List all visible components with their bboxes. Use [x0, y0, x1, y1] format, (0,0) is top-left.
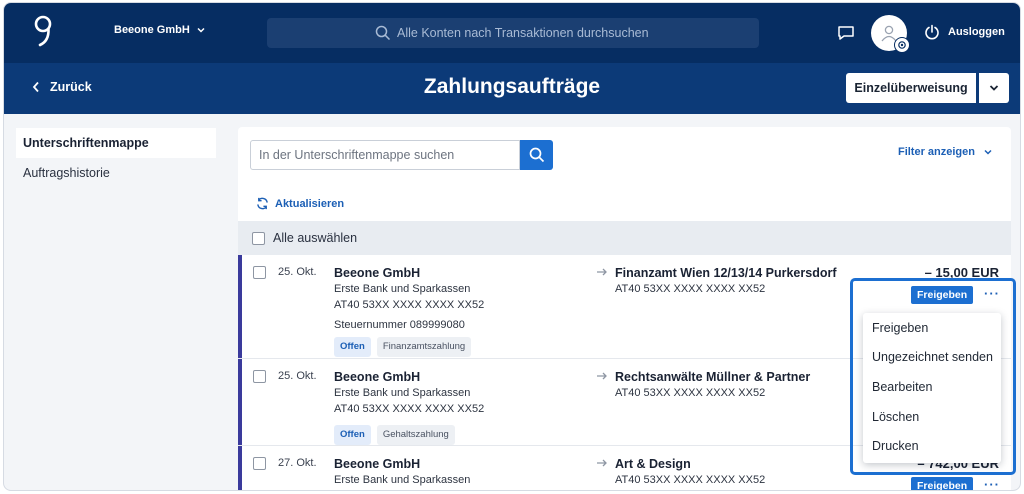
global-search-input[interactable] [397, 26, 727, 40]
search-icon [375, 25, 391, 41]
signature-folder-search[interactable] [250, 140, 520, 170]
status-badge: Offen [334, 337, 371, 357]
company-name: Beeone GmbH [114, 24, 190, 36]
menu-item-release[interactable]: Freigeben [863, 313, 1001, 343]
select-all-row: Alle auswählen [238, 221, 1011, 255]
row-checkbox[interactable] [253, 266, 266, 279]
nav-item-signature-folder[interactable]: Unterschriftenmappe [16, 128, 216, 158]
sender-name: Beeone GmbH [334, 266, 421, 280]
app-window: Beeone GmbH Alle Konten nach Transaktion… [3, 2, 1021, 491]
sender-iban: AT40 53XX XXXX XXXX XX52 [334, 299, 485, 311]
page-header: Zurück Zahlungsaufträge Einzelüberweisun… [4, 63, 1020, 114]
row-amount: – 15,00 EUR [924, 265, 999, 280]
company-switcher[interactable]: Beeone GmbH [114, 24, 206, 36]
global-search[interactable] [267, 18, 759, 48]
transfer-options-button[interactable] [979, 73, 1009, 103]
more-actions-button[interactable]: ··· [984, 286, 1000, 301]
sender-bank: Erste Bank und Sparkassen [334, 283, 471, 295]
select-all-label: Alle auswählen [273, 231, 358, 245]
logout-button[interactable]: Ausloggen [924, 24, 1005, 40]
refresh-label: Aktualisieren [275, 197, 345, 210]
menu-item-send-unsigned[interactable]: Ungezeichnet senden [863, 343, 1001, 373]
row-marker [238, 255, 242, 358]
row-sender: Beeone GmbH Erste Bank und Sparkassen [334, 456, 470, 488]
menu-item-delete[interactable]: Löschen [863, 402, 1001, 432]
side-navigation: Unterschriftenmappe Auftragshistorie [16, 128, 216, 188]
row-sender: Beeone GmbH Erste Bank und Sparkassen AT… [334, 265, 484, 357]
row-actions-menu: Freigeben Ungezeichnet senden Bearbeiten… [863, 313, 1001, 463]
more-actions-button[interactable]: ··· [984, 477, 1000, 490]
logout-label: Ausloggen [948, 26, 1005, 38]
type-badge: Gehaltszahlung [376, 425, 455, 445]
row-tags: Offen Finanzamtszahlung [334, 337, 484, 357]
power-icon [925, 24, 939, 40]
top-bar: Beeone GmbH Alle Konten nach Transaktion… [4, 3, 1020, 63]
back-label: Zurück [50, 80, 92, 94]
search-icon [529, 147, 544, 163]
nav-item-order-history[interactable]: Auftragshistorie [16, 158, 216, 188]
chat-icon[interactable] [837, 25, 855, 41]
brand-logo[interactable] [32, 15, 54, 49]
row-marker [238, 446, 242, 490]
new-transfer-split-button: Einzelüberweisung [846, 73, 1009, 103]
back-button[interactable]: Zurück [32, 80, 92, 94]
recipient-name: Finanzamt Wien 12/13/14 Purkersdorf [615, 266, 837, 280]
chevron-left-icon [32, 81, 39, 93]
menu-item-edit[interactable]: Bearbeiten [863, 372, 1001, 402]
arrow-right-icon [597, 268, 607, 276]
row-tags: Offen Gehaltszahlung [334, 425, 484, 445]
sender-bank: Erste Bank und Sparkassen [334, 474, 471, 486]
row-checkbox[interactable] [253, 457, 266, 470]
settings-badge-icon [894, 37, 910, 53]
chevron-down-icon [989, 85, 999, 91]
signature-folder-search-input[interactable] [259, 148, 519, 162]
arrow-right-icon [597, 459, 607, 467]
type-badge: Finanzamtszahlung [376, 337, 472, 357]
recipient-name: Art & Design [615, 457, 691, 471]
sender-name: Beeone GmbH [334, 457, 421, 471]
row-date: 25. Okt. [278, 266, 317, 278]
release-button[interactable]: Freigeben [911, 286, 974, 304]
recipient-name: Rechtsanwälte Müllner & Partner [615, 370, 811, 384]
row-date: 25. Okt. [278, 370, 317, 382]
select-all-checkbox[interactable] [252, 231, 265, 245]
row-checkbox[interactable] [253, 370, 266, 383]
sender-iban: AT40 53XX XXXX XXXX XX52 [334, 403, 485, 415]
chevron-down-icon [197, 27, 205, 33]
refresh-button[interactable]: Aktualisieren [256, 197, 344, 210]
recipient-iban: AT40 53XX XXXX XXXX XX52 [615, 474, 766, 486]
single-transfer-button[interactable]: Einzelüberweisung [846, 73, 976, 103]
filter-label: Filter anzeigen [897, 146, 975, 158]
search-button[interactable] [520, 140, 553, 170]
row-recipient: Finanzamt Wien 12/13/14 Purkersdorf AT40… [615, 265, 837, 297]
sender-name: Beeone GmbH [334, 370, 421, 384]
chevron-down-icon [984, 149, 992, 155]
recipient-iban: AT40 53XX XXXX XXXX XX52 [615, 387, 766, 399]
sender-bank: Erste Bank und Sparkassen [334, 387, 471, 399]
refresh-icon [257, 197, 268, 210]
row-sender: Beeone GmbH Erste Bank und Sparkassen AT… [334, 369, 484, 445]
status-badge: Offen [334, 425, 371, 445]
menu-item-print[interactable]: Drucken [863, 431, 1001, 461]
row-recipient: Art & Design AT40 53XX XXXX XXXX XX52 [615, 456, 765, 488]
release-button[interactable]: Freigeben [911, 477, 974, 490]
sender-tax-number: Steuernummer 089999080 [334, 319, 465, 331]
row-recipient: Rechtsanwälte Müllner & Partner AT40 53X… [615, 369, 810, 401]
show-filter-button[interactable]: Filter anzeigen [898, 146, 993, 158]
arrow-right-icon [597, 372, 607, 380]
row-date: 27. Okt. [278, 457, 317, 469]
row-marker [238, 359, 242, 445]
recipient-iban: AT40 53XX XXXX XXXX XX52 [615, 283, 766, 295]
